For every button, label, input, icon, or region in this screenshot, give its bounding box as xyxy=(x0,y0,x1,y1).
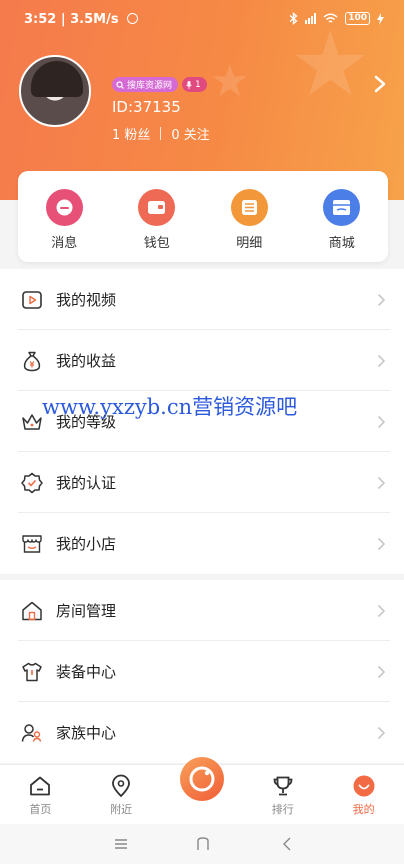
chevron-right-icon xyxy=(377,665,386,679)
location-icon xyxy=(112,774,131,798)
search-icon xyxy=(116,80,124,89)
menu-item-family-center[interactable]: 家族中心 xyxy=(0,702,404,763)
shirt-icon xyxy=(22,662,42,682)
profile-header: ★ ★ 3:52 | 3.5M/s 100 搜库资源网 1 ID:37135 1… xyxy=(0,0,404,200)
wifi-icon xyxy=(323,13,338,23)
live-camera-icon xyxy=(179,757,224,801)
chevron-right-icon xyxy=(377,293,386,307)
microphone-icon xyxy=(186,80,192,89)
detail-list-icon xyxy=(230,189,268,226)
menu-item-room-management[interactable]: 房间管理 xyxy=(0,580,404,641)
tab-nearby[interactable]: 附近 xyxy=(81,765,162,824)
bottom-tab-bar: 首页 附近 排行 我的 xyxy=(0,757,404,824)
menu-item-my-shop[interactable]: 我的小店 xyxy=(0,513,404,574)
menu-item-label: 装备中心 xyxy=(56,663,117,681)
house-icon xyxy=(22,601,42,621)
bluetooth-icon xyxy=(289,12,298,25)
fan-badge-count: 1 xyxy=(195,79,201,90)
quick-action-label: 明细 xyxy=(236,236,263,251)
menu-item-equipment-center[interactable]: 装备中心 xyxy=(0,641,404,702)
fan-badge: 1 xyxy=(182,77,207,92)
chevron-right-icon xyxy=(377,537,386,551)
tab-live[interactable] xyxy=(162,757,243,824)
menu-group-secondary: 房间管理 装备中心 家族中心 xyxy=(0,580,404,763)
menu-item-my-earnings[interactable]: 我的收益 xyxy=(0,330,404,391)
menu-item-label: 我的认证 xyxy=(56,474,117,492)
menu-item-label: 家族中心 xyxy=(56,724,117,742)
chevron-right-icon xyxy=(377,415,386,429)
store-icon xyxy=(323,189,361,226)
status-bar: 3:52 | 3.5M/s 100 xyxy=(0,0,404,40)
quick-action-label: 商城 xyxy=(328,236,355,251)
tab-mine[interactable]: 我的 xyxy=(323,765,404,824)
tab-label: 我的 xyxy=(352,803,375,816)
alarm-clock-icon xyxy=(127,13,139,24)
family-icon xyxy=(21,724,42,742)
menu-icon[interactable] xyxy=(113,836,129,852)
wallet-icon xyxy=(138,189,176,226)
quick-action-label: 钱包 xyxy=(143,236,170,251)
menu-item-label: 我的视频 xyxy=(56,291,117,309)
chevron-right-icon xyxy=(377,354,386,368)
user-id: ID:37135 xyxy=(112,98,181,116)
watermark-text: www.yxzyb.cn营销资源吧 xyxy=(42,395,298,419)
tab-home[interactable]: 首页 xyxy=(0,765,81,824)
profile-face-icon xyxy=(353,775,375,797)
profile-chevron-right-icon[interactable] xyxy=(372,74,388,94)
tab-label: 附近 xyxy=(110,803,133,816)
tab-label: 排行 xyxy=(271,803,294,816)
tab-ranking[interactable]: 排行 xyxy=(242,765,323,824)
menu-group-primary: 我的视频 我的收益 我的等级 我的认证 我的小店 xyxy=(0,269,404,574)
chevron-right-icon xyxy=(377,604,386,618)
battery-indicator: 100 xyxy=(345,12,370,25)
signal-icon xyxy=(305,13,317,24)
chevron-right-icon xyxy=(377,726,386,740)
menu-item-my-verification[interactable]: 我的认证 xyxy=(0,452,404,513)
follow-count-link[interactable]: 0 关注 xyxy=(171,124,209,143)
level-badge-text: 搜库资源网 xyxy=(127,81,173,91)
home-icon xyxy=(30,776,51,796)
menu-item-label: 房间管理 xyxy=(56,602,117,620)
quick-action-detail[interactable]: 明细 xyxy=(203,171,296,262)
system-navigation-bar xyxy=(0,824,404,864)
money-bag-icon xyxy=(23,351,41,372)
trophy-icon xyxy=(273,776,293,796)
home-button-icon[interactable] xyxy=(195,836,211,852)
message-icon xyxy=(45,189,83,226)
level-badge: 搜库资源网 xyxy=(112,77,179,92)
status-time-speed: 3:52 | 3.5M/s xyxy=(24,12,119,27)
fans-count-link[interactable]: 1 粉丝 xyxy=(112,124,150,143)
menu-item-my-videos[interactable]: 我的视频 xyxy=(0,269,404,330)
chevron-right-icon xyxy=(377,476,386,490)
menu-item-label: 我的小店 xyxy=(56,535,117,553)
verified-badge-icon xyxy=(21,472,43,494)
quick-action-label: 消息 xyxy=(51,236,78,251)
crown-icon xyxy=(22,414,42,430)
back-icon[interactable] xyxy=(279,836,295,852)
video-icon xyxy=(22,291,42,309)
quick-action-store[interactable]: 商城 xyxy=(296,171,389,262)
quick-actions-card: 消息 钱包 明细 商城 xyxy=(18,171,388,262)
shop-icon xyxy=(22,535,42,553)
divider xyxy=(160,127,162,140)
star-decoration-icon: ★ xyxy=(210,56,250,107)
user-avatar[interactable] xyxy=(19,55,91,127)
quick-action-wallet[interactable]: 钱包 xyxy=(111,171,204,262)
menu-item-label: 我的收益 xyxy=(56,352,117,370)
charging-bolt-icon xyxy=(377,12,384,25)
quick-action-message[interactable]: 消息 xyxy=(18,171,111,262)
tab-label: 首页 xyxy=(29,803,52,816)
